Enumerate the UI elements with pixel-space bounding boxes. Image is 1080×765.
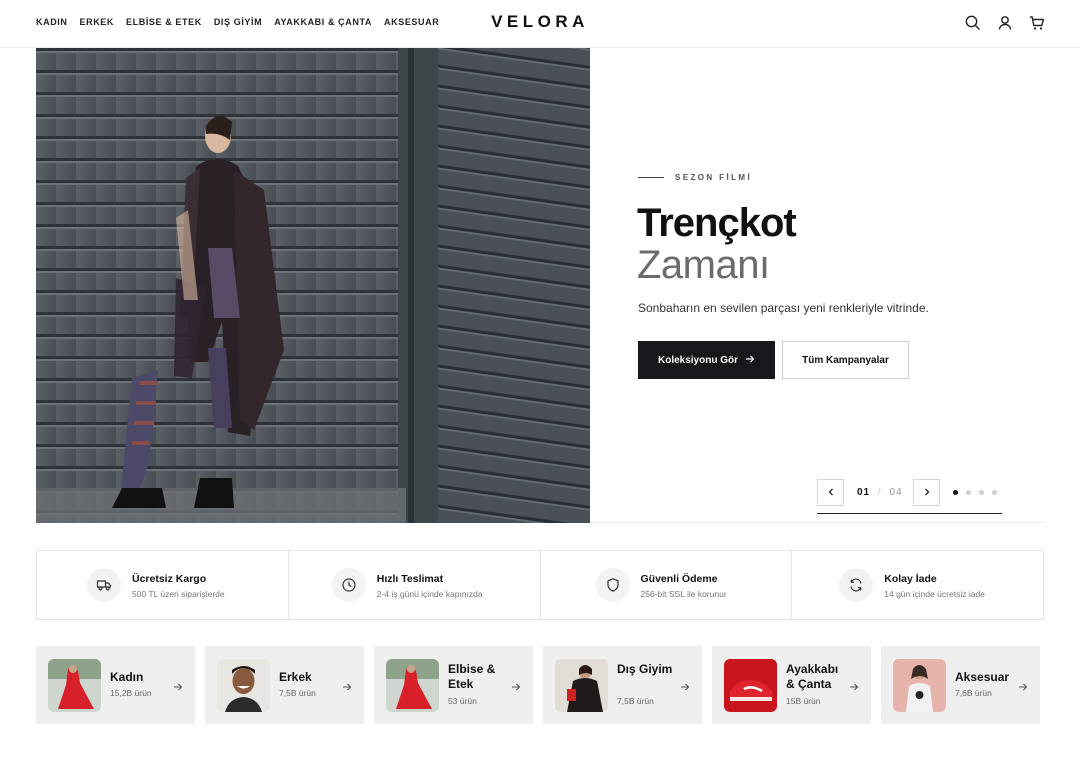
hero-subtitle: Sonbaharın en sevilen parçası yeni renkl… bbox=[638, 301, 929, 315]
feature-desc: 14 gün içinde ücretsiz iade bbox=[884, 589, 985, 599]
category-name: Elbise & Etek bbox=[448, 662, 496, 691]
arrow-right-icon bbox=[1018, 679, 1028, 697]
search-icon[interactable] bbox=[964, 14, 982, 32]
feature-title: Ücretsiz Kargo bbox=[132, 573, 207, 585]
category-card-aksesuar[interactable]: Aksesuar 7,6B ürün bbox=[881, 646, 1040, 724]
arrow-right-icon bbox=[680, 679, 690, 697]
category-card-erkek[interactable]: Erkek 7,5B ürün bbox=[205, 646, 364, 724]
site-header: KADIN ERKEK ELBİSE & ETEK DIŞ GİYİM AYAK… bbox=[0, 0, 1080, 48]
shield-icon bbox=[595, 568, 630, 602]
slider-controls: 01 / 04 bbox=[817, 479, 1002, 514]
slide-dots bbox=[953, 490, 997, 495]
category-card-elbise-etek[interactable]: Elbise & Etek 53 ürün bbox=[374, 646, 533, 724]
category-count: 15,2B ürün bbox=[110, 688, 152, 698]
slide-current: 01 bbox=[857, 487, 871, 498]
category-name: Erkek bbox=[279, 670, 312, 684]
nav-item-ayakkabi-canta[interactable]: AYAKKABI & ÇANTA bbox=[274, 17, 372, 27]
category-name: Kadın bbox=[110, 670, 144, 684]
arrow-right-icon bbox=[745, 354, 755, 367]
slide-dot[interactable] bbox=[966, 490, 971, 495]
feature-title: Güvenli Ödeme bbox=[640, 573, 718, 585]
hero-title-line2: Zamanı bbox=[637, 243, 770, 287]
category-count: 7,5B ürün bbox=[617, 696, 654, 706]
feature-desc: 2-4 iş günü içinde kapınızda bbox=[376, 589, 483, 599]
category-thumbnail bbox=[217, 659, 270, 712]
arrow-right-icon bbox=[342, 679, 352, 697]
category-count: 15B ürün bbox=[786, 696, 821, 706]
feature-fast-delivery: Hızlı Teslimat 2-4 iş günü içinde kapını… bbox=[289, 551, 541, 619]
all-campaigns-button[interactable]: Tüm Kampanyalar bbox=[782, 341, 909, 379]
nav-item-dis-giyim[interactable]: DIŞ GİYİM bbox=[214, 17, 262, 27]
feature-secure-payment: Güvenli Ödeme 256-bit SSL ile korunur bbox=[541, 551, 793, 619]
refresh-icon bbox=[839, 568, 874, 602]
chevron-right-icon bbox=[922, 484, 932, 502]
hero-eyebrow: SEZON FİLMİ bbox=[638, 173, 752, 182]
eyebrow-line bbox=[638, 177, 664, 178]
nav-item-aksesuar[interactable]: AKSESUAR bbox=[384, 17, 439, 27]
nav-item-kadin[interactable]: KADIN bbox=[36, 17, 68, 27]
hero-content: SEZON FİLMİ Trençkot Zamanı Sonbaharın e… bbox=[590, 48, 1045, 523]
category-name: Aksesuar bbox=[955, 670, 1010, 684]
feature-title: Kolay İade bbox=[884, 573, 937, 585]
category-thumbnail bbox=[555, 659, 608, 712]
cart-icon[interactable] bbox=[1028, 14, 1046, 32]
category-name: Ayakkabı & Çanta bbox=[786, 662, 839, 691]
prev-slide-button[interactable] bbox=[817, 479, 844, 506]
feature-bar: Ücretsiz Kargo 500 TL üzeri siparişlerde… bbox=[36, 550, 1044, 620]
feature-free-shipping: Ücretsiz Kargo 500 TL üzeri siparişlerde bbox=[37, 551, 289, 619]
category-count: 53 ürün bbox=[448, 696, 477, 706]
category-thumbnail bbox=[893, 659, 946, 712]
slide-counter: 01 / 04 bbox=[857, 487, 903, 498]
category-thumbnail bbox=[386, 659, 439, 712]
feature-easy-return: Kolay İade 14 gün içinde ücretsiz iade bbox=[792, 551, 1043, 619]
user-icon[interactable] bbox=[996, 14, 1014, 32]
eyebrow-text: SEZON FİLMİ bbox=[675, 173, 753, 182]
nav-item-elbise-etek[interactable]: ELBİSE & ETEK bbox=[126, 17, 202, 27]
slide-dot[interactable] bbox=[992, 490, 997, 495]
clock-icon bbox=[331, 568, 366, 602]
main-nav: KADIN ERKEK ELBİSE & ETEK DIŞ GİYİM AYAK… bbox=[36, 17, 439, 27]
category-count: 7,6B ürün bbox=[955, 688, 992, 698]
category-card-kadin[interactable]: Kadın 15,2B ürün bbox=[36, 646, 195, 724]
slide-total: 04 bbox=[889, 487, 903, 498]
hero-image bbox=[36, 48, 590, 523]
feature-title: Hızlı Teslimat bbox=[376, 573, 444, 585]
nav-item-erkek[interactable]: ERKEK bbox=[80, 17, 115, 27]
category-thumbnail bbox=[724, 659, 777, 712]
next-slide-button[interactable] bbox=[913, 479, 940, 506]
truck-icon bbox=[87, 568, 121, 602]
feature-desc: 256-bit SSL ile korunur bbox=[640, 589, 727, 599]
slide-dot[interactable] bbox=[979, 490, 984, 495]
category-thumbnail bbox=[48, 659, 101, 712]
category-name: Dış Giyim bbox=[617, 662, 673, 676]
slide-dot[interactable] bbox=[953, 490, 958, 495]
header-actions bbox=[964, 14, 1046, 32]
slide-separator: / bbox=[877, 487, 882, 498]
feature-desc: 500 TL üzeri siparişlerde bbox=[132, 589, 225, 599]
view-collection-button[interactable]: Koleksiyonu Gör bbox=[638, 341, 775, 379]
category-card-ayakkabi-canta[interactable]: Ayakkabı & Çanta 15B ürün bbox=[712, 646, 871, 724]
arrow-right-icon bbox=[511, 679, 521, 697]
view-collection-label: Koleksiyonu Gör bbox=[657, 354, 738, 366]
chevron-left-icon bbox=[826, 484, 836, 502]
category-card-dis-giyim[interactable]: Dış Giyim 7,5B ürün bbox=[543, 646, 702, 724]
arrow-right-icon bbox=[849, 679, 859, 697]
category-list: Kadın 15,2B ürün Erkek 7,5B ürün Elbise … bbox=[36, 646, 1044, 724]
hero-title-line1: Trençkot bbox=[637, 201, 797, 245]
arrow-right-icon bbox=[173, 679, 183, 697]
category-count: 7,5B ürün bbox=[279, 688, 316, 698]
